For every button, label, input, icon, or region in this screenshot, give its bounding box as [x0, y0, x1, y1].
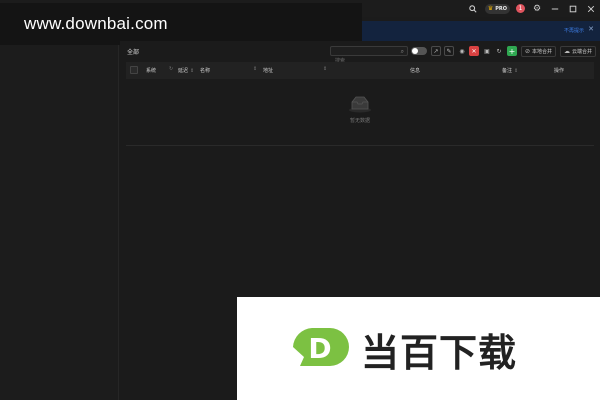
- watermark-top: www.downbai.com: [0, 3, 362, 45]
- minimize-icon[interactable]: [548, 2, 562, 16]
- empty-state: 暂无数据: [120, 95, 600, 124]
- col-actions-label: 操作: [554, 68, 565, 74]
- table-header: 系统 ↻ 延迟 ⇕ 名称 ⇕ 地址 ⇕ 信息 备注 ⇕ 操作: [126, 62, 594, 79]
- col-remark-label: 备注: [502, 68, 513, 74]
- notification-banner: 不再提示 ✕: [362, 21, 600, 41]
- toggle-switch[interactable]: [411, 47, 427, 55]
- title-bar-controls: ♛ PRO 1 ⚙: [464, 0, 600, 17]
- col-name-label: 名称: [200, 68, 211, 74]
- gear-icon[interactable]: ⚙: [530, 2, 544, 16]
- image-icon[interactable]: ▣: [482, 46, 492, 56]
- no-remind-link[interactable]: 不再提示: [564, 27, 584, 34]
- select-all-checkbox[interactable]: [130, 66, 138, 74]
- cloud-icon: ☁: [564, 48, 570, 55]
- toggle-knob: [412, 48, 418, 54]
- table-divider: [126, 145, 594, 146]
- empty-text: 暂无数据: [349, 118, 370, 124]
- maximize-icon[interactable]: [566, 2, 580, 16]
- search-box[interactable]: ⌕: [330, 46, 408, 65]
- col-latency[interactable]: 延迟 ⇕: [178, 67, 194, 74]
- merge-icon: ⊘: [525, 48, 531, 55]
- col-remark[interactable]: 备注 ⇕: [502, 67, 518, 74]
- close-icon[interactable]: [584, 2, 598, 16]
- col-system[interactable]: 系统: [146, 67, 156, 74]
- pro-badge[interactable]: ♛ PRO: [484, 3, 510, 14]
- local-merge-button[interactable]: ⊘ 本地合并: [521, 46, 557, 57]
- sidebar: [0, 17, 119, 400]
- delete-icon[interactable]: ✕: [469, 46, 479, 56]
- cloud-merge-label: 云端合并: [572, 49, 593, 55]
- eye-icon[interactable]: ◉: [457, 46, 467, 56]
- group-label: 全部: [127, 49, 140, 56]
- col-address[interactable]: 地址: [263, 67, 273, 74]
- sort-icon[interactable]: ⇕: [323, 66, 327, 72]
- notification-badge[interactable]: 1: [516, 4, 525, 13]
- watermark-bottom-text: 当百下载: [361, 331, 518, 375]
- col-actions: 操作: [554, 67, 564, 74]
- search-icon[interactable]: ⌕: [401, 48, 404, 56]
- refresh-latency-icon[interactable]: ↻: [169, 66, 173, 72]
- toolbar: 全部 ⌕ ↗ ✎ ◉ ✕ ▣ ↻ + ⊘ 本地合并 ☁ 云端合并: [120, 44, 600, 65]
- banner-close-icon[interactable]: ✕: [588, 25, 594, 33]
- edit-icon[interactable]: ✎: [444, 46, 454, 56]
- watermark-bottom: D 当百下载: [237, 297, 600, 400]
- watermark-top-text: www.downbai.com: [24, 14, 168, 33]
- cloud-merge-button[interactable]: ☁ 云端合并: [560, 46, 597, 57]
- app-window: ♛ PRO 1 ⚙ www.downbai.com 不再提示 ✕ 全部 搜索 ⌕…: [0, 0, 600, 400]
- refresh-icon[interactable]: ↻: [494, 46, 504, 56]
- col-info-label: 信息: [410, 68, 421, 74]
- pro-label: PRO: [495, 5, 507, 12]
- crown-icon: ♛: [487, 5, 494, 12]
- sort-icon: ⇕: [514, 68, 519, 74]
- empty-box-icon: [347, 95, 373, 113]
- search-icon[interactable]: [466, 2, 480, 16]
- col-address-label: 地址: [263, 68, 274, 74]
- sort-icon[interactable]: ⇕: [253, 66, 257, 72]
- local-merge-label: 本地合并: [532, 49, 553, 55]
- col-system-label: 系统: [146, 68, 157, 74]
- sort-icon: ⇕: [190, 68, 195, 74]
- logo-letter: D: [308, 332, 331, 365]
- col-latency-label: 延迟: [178, 68, 189, 74]
- col-info[interactable]: 信息: [410, 67, 420, 74]
- add-icon[interactable]: +: [507, 46, 517, 56]
- col-name[interactable]: 名称: [200, 67, 210, 74]
- export-icon[interactable]: ↗: [431, 46, 441, 56]
- watermark-logo-icon: D: [293, 328, 349, 366]
